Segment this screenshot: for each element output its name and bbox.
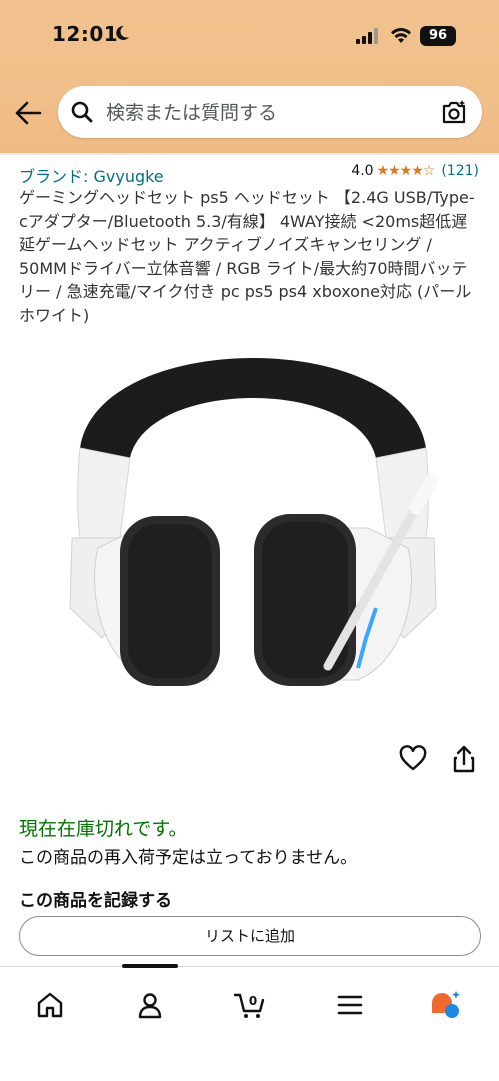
share-icon[interactable] bbox=[452, 744, 476, 774]
restock-message: この商品の再入荷予定は立っておりません。 bbox=[19, 848, 358, 868]
tab-cart[interactable]: 0 bbox=[230, 985, 270, 1025]
availability-status: 現在在庫切れです。 bbox=[19, 818, 188, 840]
home-icon bbox=[37, 992, 63, 1018]
brand-link[interactable]: ブランド: Gvyugke bbox=[19, 163, 164, 187]
wifi-icon bbox=[391, 27, 411, 43]
star-rating-icon: ★★★★☆ bbox=[376, 163, 436, 179]
add-to-list-button[interactable]: リストに追加 bbox=[19, 916, 481, 956]
product-title: ゲーミングヘッドセット ps5 ヘッドセット 【2.4G USB/Type-cア… bbox=[19, 188, 475, 325]
rufus-icon bbox=[432, 991, 460, 1018]
tab-home[interactable] bbox=[30, 985, 70, 1025]
header-divider bbox=[0, 153, 499, 163]
rating-summary[interactable]: 4.0 ★★★★☆ (121) bbox=[351, 163, 479, 179]
status-bar: 12:01 96 bbox=[0, 0, 499, 70]
status-time: 12:01 bbox=[52, 22, 119, 46]
moon-icon bbox=[116, 25, 129, 40]
search-icon bbox=[71, 101, 93, 123]
search-bar[interactable] bbox=[58, 86, 482, 138]
active-tab-indicator bbox=[122, 964, 178, 968]
signal-icon bbox=[356, 28, 378, 44]
menu-icon bbox=[337, 995, 363, 1015]
battery-indicator: 96 bbox=[420, 26, 456, 46]
camera-search-icon[interactable] bbox=[440, 98, 468, 126]
rating-value: 4.0 bbox=[351, 163, 374, 179]
bottom-tab-bar: 0 bbox=[0, 964, 499, 1081]
heart-icon[interactable] bbox=[399, 745, 427, 773]
back-arrow-icon[interactable] bbox=[14, 100, 42, 126]
review-count[interactable]: (121) bbox=[441, 163, 479, 179]
record-heading: この商品を記録する bbox=[19, 891, 172, 911]
app-header: 12:01 96 bbox=[0, 0, 499, 153]
tab-menu[interactable] bbox=[330, 985, 370, 1025]
account-icon bbox=[138, 993, 162, 1019]
cart-icon: 0 bbox=[233, 993, 265, 1018]
product-image[interactable] bbox=[58, 338, 448, 728]
search-input[interactable] bbox=[104, 96, 428, 130]
tab-rufus[interactable] bbox=[426, 985, 466, 1025]
cart-count: 0 bbox=[249, 994, 257, 1008]
tab-account[interactable] bbox=[130, 985, 170, 1025]
